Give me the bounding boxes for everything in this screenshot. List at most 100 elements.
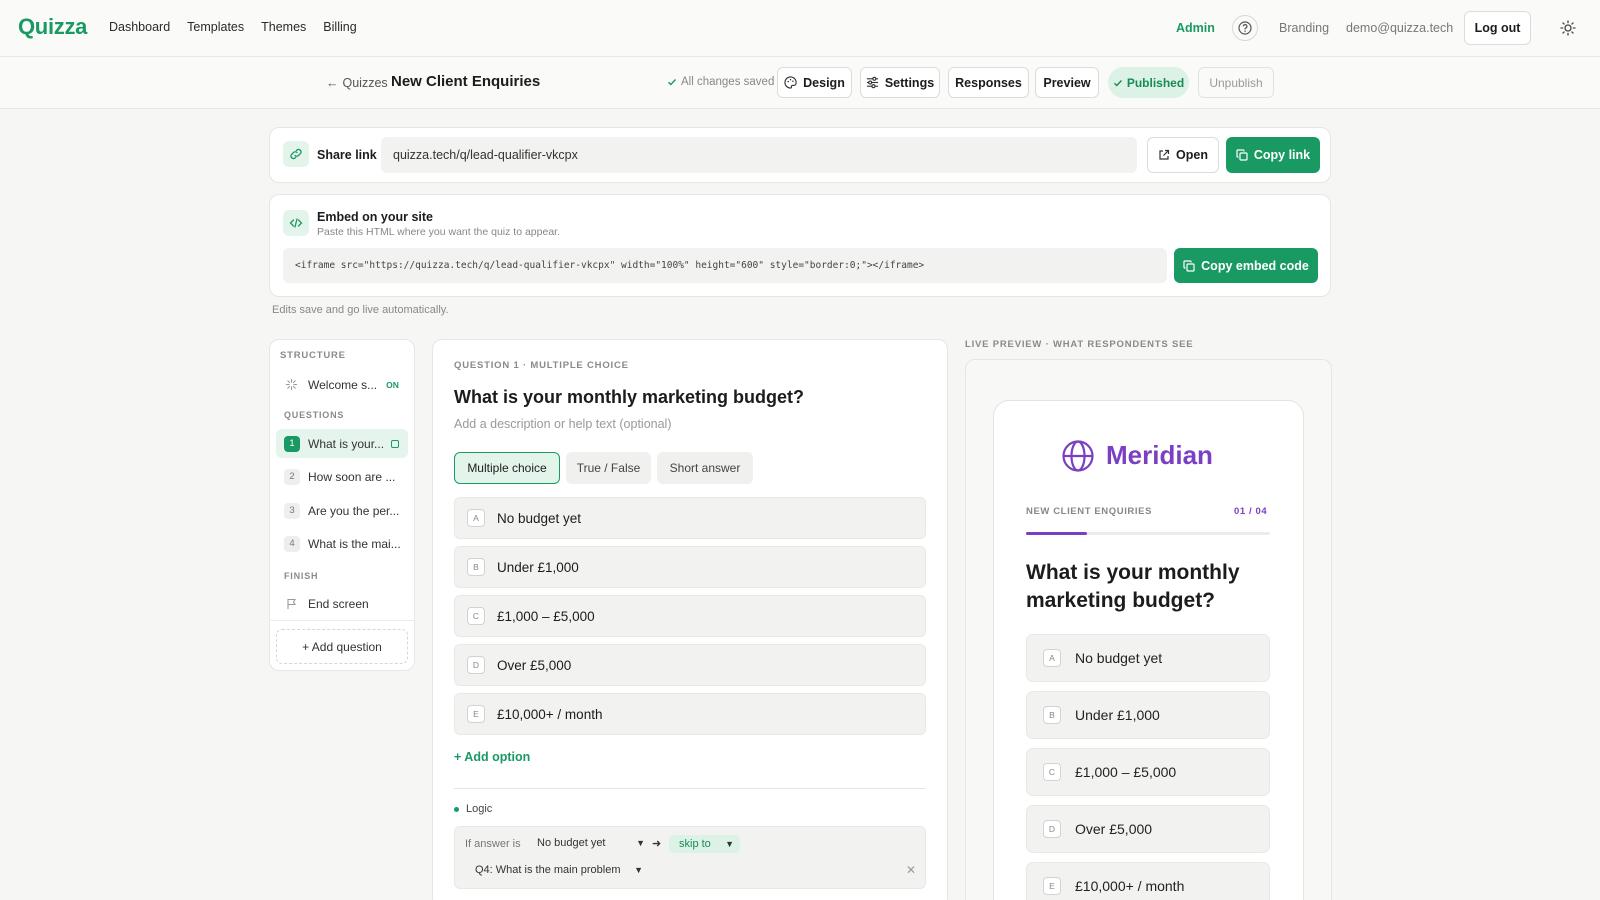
sun-icon [1560,20,1576,36]
back-to-quizzes-link[interactable]: ← Quizzes [326,76,388,90]
main-nav: Dashboard Templates Themes Billing [109,20,357,34]
answer-option[interactable]: E £10,000+ / month [454,693,926,735]
option-letter-badge: D [1043,820,1061,838]
chevron-down-icon: ▼ [634,865,643,875]
preview-question: What is your monthly marketing budget? [1026,561,1240,612]
settings-button[interactable]: Settings [860,67,940,98]
brand-name: Meridian [1106,440,1213,470]
option-letter-badge: E [467,705,485,723]
code-icon [289,218,303,228]
option-text: No budget yet [1075,650,1163,666]
answer-select-value: No budget yet [537,837,606,849]
share-url-field[interactable]: quizza.tech/q/lead-qualifier-vkcpx [381,137,1137,173]
structure-welcome-screen[interactable]: Welcome s... ON [276,370,408,399]
preview-progress-fill [1026,532,1087,535]
save-status: All changes saved [667,76,774,88]
preview-button[interactable]: Preview [1035,67,1099,98]
embed-code-field[interactable]: <iframe src="https://quizza.tech/q/lead-… [283,248,1167,283]
check-icon [1113,79,1122,87]
answer-option[interactable]: D Over £5,000 [454,644,926,686]
target-question-select[interactable]: Q4: What is the main problem ▼ [475,864,643,876]
structure-heading: STRUCTURE [280,350,346,361]
logout-button[interactable]: Log out [1464,11,1531,45]
question-number-badge: 4 [284,535,300,552]
remove-rule-icon[interactable]: ✕ [906,863,916,877]
embed-title: Embed on your site [317,210,433,224]
nav-templates[interactable]: Templates [187,20,244,34]
copy-link-button[interactable]: Copy link [1226,137,1320,173]
type-multiple-choice-button[interactable]: Multiple choice [454,452,560,484]
share-link-label: Share link [317,148,377,162]
preview-answer-option[interactable]: B Under £1,000 [1026,691,1270,739]
responses-button[interactable]: Responses [948,67,1029,98]
app-logo[interactable]: Quizza [18,14,87,40]
sparkle-icon [285,378,298,391]
help-icon [1238,21,1252,35]
flag-icon [287,598,296,609]
type-short-answer-button[interactable]: Short answer [657,452,753,484]
structure-divider [269,620,415,621]
copy-link-label: Copy link [1253,148,1311,162]
question-number-badge: 3 [284,502,300,519]
question-label: How soon are ... [308,469,396,484]
option-text: £1,000 – £5,000 [497,608,595,624]
type-true-false-button[interactable]: True / False [566,452,651,484]
external-link-icon [1159,149,1170,160]
option-letter-badge: A [467,509,485,527]
option-letter-badge: C [467,607,485,625]
option-letter-badge: C [1043,763,1061,781]
settings-label: Settings [884,75,935,90]
published-label: Published [1126,75,1185,90]
description-field[interactable]: Add a description or help text (optional… [454,417,672,431]
option-text: Over £5,000 [1075,821,1153,837]
welcome-label: Welcome s... [308,377,378,392]
question-title-field[interactable]: What is your monthly marketing budget? [454,387,804,408]
autosave-note: Edits save and go live automatically. [272,304,449,316]
structure-question-4[interactable]: 4 What is the mai... [276,529,408,558]
option-letter-badge: A [1043,649,1061,667]
answer-select[interactable]: No budget yet ▼ [537,837,645,849]
top-nav: Quizza Dashboard Templates Themes Billin… [0,0,1600,57]
copy-embed-code-button[interactable]: Copy embed code [1174,248,1318,283]
answer-option[interactable]: C £1,000 – £5,000 [454,595,926,637]
action-select-value: skip to [679,838,711,850]
admin-link[interactable]: Admin [1176,21,1215,35]
action-select[interactable]: skip to ▼ [669,835,740,853]
structure-end-screen[interactable]: End screen [276,589,408,618]
help-button[interactable] [1232,15,1258,41]
palette-icon [784,76,797,89]
logic-label: Logic [466,803,493,815]
open-link-button[interactable]: Open [1147,137,1219,173]
option-text: £10,000+ / month [497,706,603,722]
nav-dashboard[interactable]: Dashboard [109,20,170,34]
branding-link[interactable]: Branding [1279,21,1329,35]
unpublish-button[interactable]: Unpublish [1198,67,1274,98]
target-select-value: Q4: What is the main problem [475,864,621,876]
design-button[interactable]: Design [777,67,852,98]
preview-answer-option[interactable]: E £10,000+ / month [1026,862,1270,900]
question-number-badge: 1 [284,435,300,452]
theme-toggle-button[interactable] [1554,14,1582,42]
back-label: Quizzes [342,76,388,90]
copy-embed-label: Copy embed code [1201,258,1309,273]
answer-option[interactable]: A No budget yet [454,497,926,539]
welcome-on-badge: ON [386,379,399,390]
nav-themes[interactable]: Themes [261,20,306,34]
add-option-button[interactable]: + Add option [454,750,530,764]
logic-header: Logic [454,803,492,815]
answer-option[interactable]: B Under £1,000 [454,546,926,588]
structure-question-2[interactable]: 2 How soon are ... [276,462,408,491]
add-question-button[interactable]: + Add question [276,629,408,664]
nav-billing[interactable]: Billing [323,20,356,34]
published-status-badge: Published [1108,67,1189,98]
share-link-icon-box [283,141,309,167]
structure-question-1[interactable]: 1 What is your... [276,429,408,458]
option-letter-badge: D [467,656,485,674]
sliders-icon [866,76,878,89]
arrow-left-icon: ← [326,76,339,90]
structure-question-3[interactable]: 3 Are you the per... [276,496,408,525]
preview-answer-option[interactable]: D Over £5,000 [1026,805,1270,853]
preview-answer-option[interactable]: C £1,000 – £5,000 [1026,748,1270,796]
preview-answer-option[interactable]: A No budget yet [1026,634,1270,682]
option-letter-badge: B [1043,706,1061,724]
